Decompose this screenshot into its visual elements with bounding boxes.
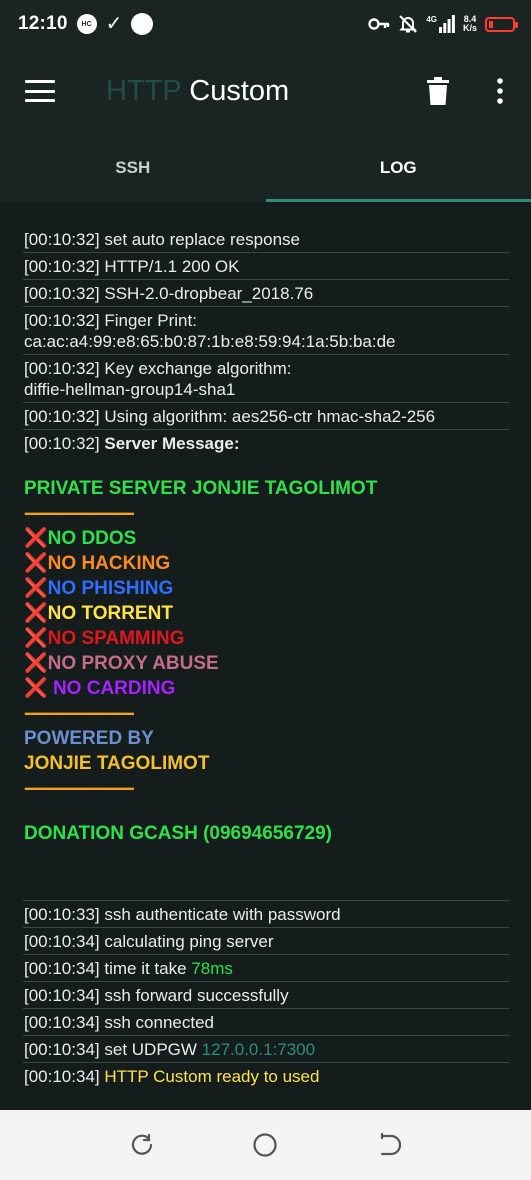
log-line: [00:10:32] Finger Print: ca:ac:a4:99:e8:6…	[23, 307, 509, 355]
network-speed: 8.4 K/s	[462, 14, 477, 33]
tab-ssh[interactable]: SSH	[0, 134, 266, 202]
log-panel[interactable]: [00:10:32] set auto replace response [00…	[0, 202, 531, 1110]
back-button[interactable]	[354, 1110, 424, 1180]
owner-name: JONJIE TAGOLIMOT	[24, 753, 210, 774]
status-time: 12:10	[18, 13, 68, 34]
udpgw-address: 127.0.0.1:7300	[201, 1040, 316, 1059]
divider: -----------------------------	[24, 703, 135, 724]
log-line: [00:10:32] HTTP/1.1 200 OK	[23, 253, 509, 280]
battery-icon	[485, 16, 518, 32]
bell-muted-icon	[399, 15, 418, 33]
recents-button[interactable]	[107, 1110, 177, 1180]
divider: -----------------------------	[24, 503, 135, 524]
hc-notification-icon: HC	[76, 14, 97, 34]
cross-mark-icon: ❌	[24, 628, 48, 649]
app-bar: HTTP Custom	[0, 48, 531, 134]
signal-icon: 4G	[426, 15, 455, 33]
tab-bar: SSH LOG	[0, 134, 531, 202]
cross-mark-icon: ❌	[24, 578, 48, 599]
hamburger-icon	[25, 80, 55, 102]
log-line: [00:10:34] set UDPGW 127.0.0.1:7300	[23, 1036, 509, 1063]
app-title-http: HTTP	[106, 74, 182, 107]
status-bar: 12:10 HC ✓ 4G 8.4 K/s	[0, 0, 531, 48]
home-button[interactable]	[230, 1110, 300, 1180]
status-right-icons: 4G 8.4 K/s	[368, 14, 518, 34]
circle-notification-icon	[131, 13, 154, 35]
app-title-custom: Custom	[189, 74, 290, 107]
ready-message: HTTP Custom ready to used	[104, 1067, 320, 1086]
log-line: [00:10:34] calculating ping server	[23, 928, 509, 955]
clear-log-button[interactable]	[407, 48, 469, 134]
cross-mark-icon: ❌	[24, 553, 48, 574]
cross-mark-icon: ❌	[24, 528, 48, 549]
cross-mark-icon: ❌	[24, 678, 48, 699]
more-vert-icon	[497, 78, 503, 104]
tab-log[interactable]: LOG	[265, 134, 531, 202]
log-line: [00:10:32] Server Message:	[24, 434, 240, 453]
more-options-button[interactable]	[469, 48, 531, 134]
log-line: [00:10:34] ssh forward successfully	[23, 982, 509, 1009]
donation-info: DONATION GCASH (09694656729)	[24, 823, 332, 844]
rule-item: ❌NO SPAMMING	[24, 628, 185, 649]
log-line: [00:10:34] HTTP Custom ready to used	[24, 1067, 320, 1086]
back-icon	[381, 1133, 402, 1156]
key-icon	[368, 18, 390, 30]
recents-icon	[131, 1133, 152, 1155]
cross-mark-icon: ❌	[24, 603, 48, 624]
rule-item: ❌NO PROXY ABUSE	[24, 653, 219, 674]
log-line: [00:10:32] Using algorithm: aes256-ctr h…	[23, 403, 509, 430]
rule-item: ❌NO HACKING	[24, 553, 171, 574]
log-line: [00:10:32] SSH-2.0-dropbear_2018.76	[23, 280, 509, 307]
log-line: [00:10:32] set auto replace response	[23, 226, 509, 253]
log-line: [00:10:34] ssh connected	[23, 1009, 509, 1036]
app-title: HTTP Custom	[106, 75, 289, 108]
log-line: [00:10:33] ssh authenticate with passwor…	[23, 900, 509, 928]
navigation-bar	[0, 1110, 531, 1180]
rule-item: ❌NO PHISHING	[24, 578, 174, 599]
home-icon	[253, 1133, 278, 1157]
check-icon: ✓	[105, 13, 123, 35]
log-line: [00:10:34] time it take 78ms	[23, 955, 509, 982]
ping-value: 78ms	[191, 959, 233, 978]
notification-icons: HC ✓	[76, 13, 154, 35]
trash-icon	[427, 77, 449, 105]
rule-item: ❌ NO CARDING	[24, 678, 176, 699]
cross-mark-icon: ❌	[24, 653, 48, 674]
divider: -----------------------------	[24, 778, 135, 799]
powered-by-label: POWERED BY	[24, 728, 154, 749]
rule-item: ❌NO DDOS	[24, 528, 137, 549]
server-title: PRIVATE SERVER JONJIE TAGOLIMOT	[24, 478, 378, 499]
log-line: [00:10:32] Key exchange algorithm: diffie…	[23, 355, 509, 403]
menu-button[interactable]	[0, 48, 82, 134]
rule-item: ❌NO TORRENT	[24, 603, 173, 624]
